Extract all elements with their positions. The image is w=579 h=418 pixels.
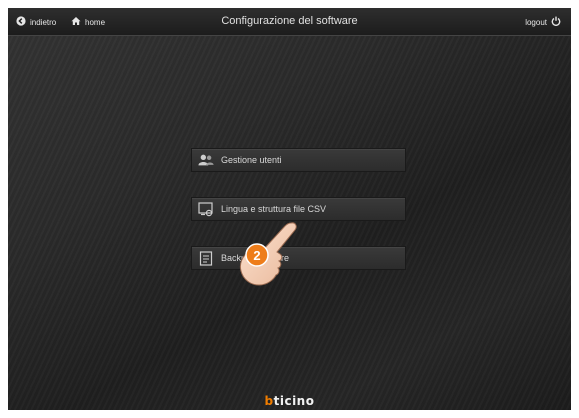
- menu-item-users[interactable]: Gestione utenti: [191, 148, 406, 172]
- page-title: Configurazione del software: [221, 15, 358, 27]
- app-window: indietro home Configurazione del softwar…: [8, 8, 571, 410]
- menu-item-label: Gestione utenti: [221, 155, 282, 165]
- csv-settings-icon: [198, 201, 214, 217]
- logout-label: logout: [525, 17, 547, 27]
- logout-button[interactable]: logout: [525, 16, 561, 28]
- menu-item-label: Lingua e struttura file CSV: [221, 204, 327, 214]
- menu-item-csv[interactable]: Lingua e struttura file CSV: [191, 197, 406, 221]
- brand-logo: bticino: [8, 394, 571, 408]
- logo-letter: b: [264, 394, 274, 408]
- backup-icon: [198, 250, 214, 266]
- power-icon: [551, 16, 561, 28]
- top-bar: indietro home Configurazione del softwar…: [8, 8, 571, 36]
- users-icon: [198, 152, 214, 168]
- step-number: 2: [253, 248, 260, 263]
- logo-text: ticino: [273, 394, 315, 408]
- pointing-hand-annotation: 2: [233, 219, 303, 299]
